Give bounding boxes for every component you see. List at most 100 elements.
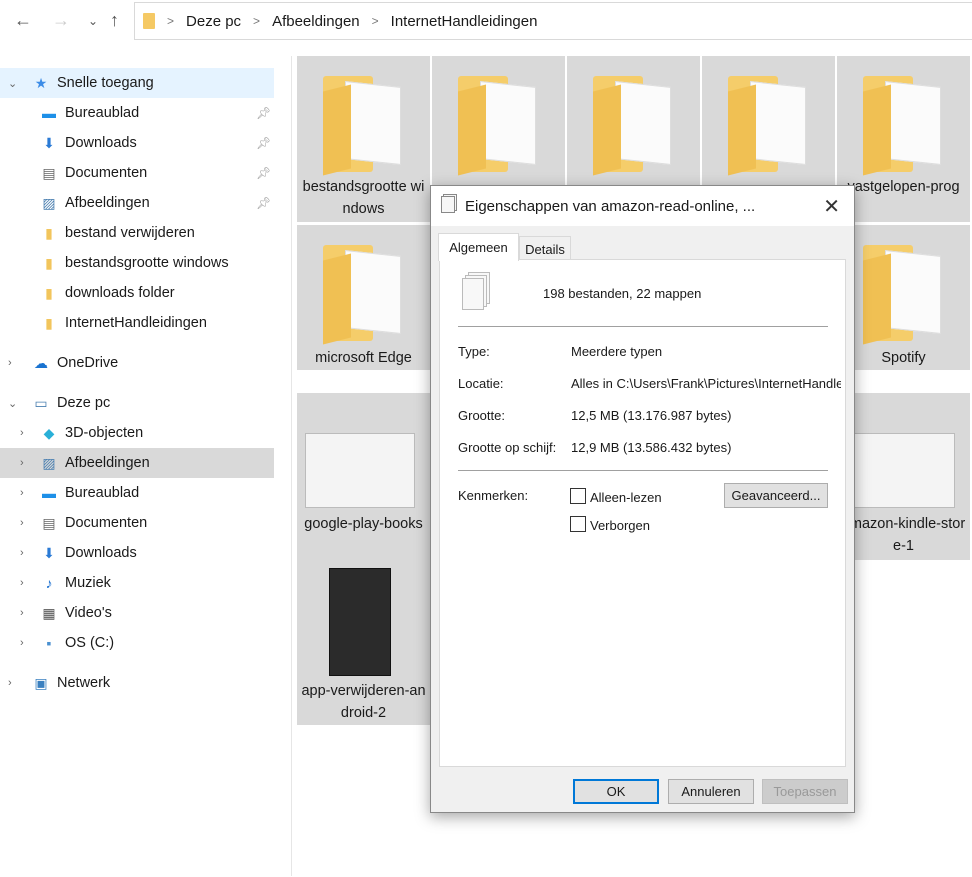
forward-icon[interactable]: → <box>52 10 70 31</box>
chevron-right-icon[interactable]: › <box>20 607 24 619</box>
readonly-checkbox[interactable] <box>570 488 586 504</box>
folder-item[interactable]: Spotify <box>837 225 970 370</box>
sidebar-item-label: Documenten <box>65 165 148 181</box>
cancel-button[interactable]: Annuleren <box>668 779 754 804</box>
folder-item[interactable]: vastgelopen-prog <box>837 56 970 222</box>
chevron-right-icon[interactable]: › <box>20 427 24 439</box>
sidebar-item[interactable]: ▤ Documenten 📌︎ <box>0 158 274 188</box>
sidebar-item[interactable]: › ▦ Video's <box>0 598 274 628</box>
item-name: google-play-books <box>304 516 423 532</box>
folder-item[interactable]: bestandsgrootte windows <box>297 56 430 222</box>
type-value: Meerdere typen <box>571 344 663 359</box>
ok-button[interactable]: OK <box>573 779 659 804</box>
desktop-icon: ▬ <box>42 105 56 121</box>
chevron-right-icon[interactable]: › <box>20 577 24 589</box>
item-name: microsoft Edge <box>315 350 412 366</box>
chevron-down-icon[interactable]: ⌄ <box>8 77 17 90</box>
image-item[interactable]: app-verwijderen-android-2 <box>297 560 430 725</box>
sidebar-item[interactable]: › ▤ Documenten <box>0 508 274 538</box>
chevron-down-icon[interactable]: ⌄ <box>8 397 17 410</box>
sidebar-item-label: bestandsgrootte windows <box>65 255 229 271</box>
sidebar-item-label: Documenten <box>65 515 148 531</box>
breadcrumb-item[interactable]: Deze pc <box>186 13 241 30</box>
general-tab-panel: 198 bestanden, 22 mappen Type: Meerdere … <box>439 259 846 767</box>
folder-item[interactable]: microsoft Edge <box>297 225 430 370</box>
sidebar-item[interactable]: ⬇ Downloads 📌︎ <box>0 128 274 158</box>
sidebar-item[interactable]: ⌄ ★ Snelle toegang <box>0 68 274 98</box>
sidebar-item[interactable]: › ⬇ Downloads <box>0 538 274 568</box>
chevron-right-icon: > <box>253 14 261 28</box>
hidden-checkbox[interactable] <box>570 516 586 532</box>
dialog-title-bar: Eigenschappen van amazon-read-online, ..… <box>431 186 854 226</box>
back-icon[interactable]: ← <box>14 10 32 31</box>
download-icon: ⬇ <box>43 134 55 151</box>
address-bar[interactable]: > Deze pc > Afbeeldingen > InternetHandl… <box>134 2 972 40</box>
music-icon: ♪ <box>45 575 53 591</box>
sidebar-item[interactable]: ▮ downloads folder <box>0 278 274 308</box>
desktop-icon: ▬ <box>42 485 56 501</box>
sidebar-item-label: Video's <box>65 605 112 621</box>
image-item[interactable]: amazon-kindle-store-1 <box>837 393 970 560</box>
item-name: Spotify <box>881 350 926 366</box>
image-thumbnail <box>329 568 391 676</box>
folder-thumbnail-icon <box>323 72 403 176</box>
breadcrumb-item[interactable]: Afbeeldingen <box>272 13 360 30</box>
chevron-right-icon[interactable]: › <box>20 637 24 649</box>
document-icon: ▤ <box>42 164 56 181</box>
selection-summary: 198 bestanden, 22 mappen <box>543 286 702 301</box>
tab-algemeen[interactable]: Algemeen <box>438 233 519 261</box>
sidebar-item[interactable]: ▬ Bureaublad 📌︎ <box>0 98 274 128</box>
item-name: bestandsgrootte windows <box>302 179 425 217</box>
hidden-label: Verborgen <box>590 518 650 533</box>
sidebar-item[interactable]: › ◆ 3D-objecten <box>0 418 274 448</box>
document-icon: ▤ <box>42 514 56 531</box>
sidebar-item[interactable]: › ▪ OS (C:) <box>0 628 274 658</box>
chevron-right-icon[interactable]: › <box>20 487 24 499</box>
folder-thumbnail-icon <box>593 72 673 176</box>
sidebar-item[interactable]: ▨ Afbeeldingen 📌︎ <box>0 188 274 218</box>
chevron-right-icon[interactable]: › <box>20 547 24 559</box>
image-item[interactable]: google-play-books <box>297 393 430 560</box>
sidebar-item-label: Afbeeldingen <box>65 195 150 211</box>
pin-icon[interactable]: 📌︎ <box>256 196 271 210</box>
up-icon[interactable]: ↑ <box>110 10 119 31</box>
sidebar-item[interactable]: › ▬ Bureaublad <box>0 478 274 508</box>
sidebar-item[interactable]: ▮ InternetHandleidingen <box>0 308 274 338</box>
sidebar-item-label: bestand verwijderen <box>65 225 195 241</box>
sidebar-item[interactable]: › ▣ Netwerk <box>0 668 274 698</box>
sidebar-item[interactable]: ▮ bestand verwijderen <box>0 218 274 248</box>
chevron-right-icon[interactable]: › <box>8 357 12 369</box>
folder-icon: ▮ <box>45 224 53 241</box>
location-label: Locatie: <box>458 376 504 391</box>
location-value: Alles in C:\Users\Frank\Pictures\Interne… <box>571 376 841 391</box>
download-icon: ⬇ <box>43 544 55 561</box>
size-on-disk-label: Grootte op schijf: <box>458 440 557 455</box>
recent-locations-chevron-icon[interactable]: ⌄ <box>88 14 98 28</box>
sidebar-item-label: downloads folder <box>65 285 175 301</box>
image-thumbnail <box>305 433 415 508</box>
picture-icon: ▨ <box>42 454 56 471</box>
breadcrumb-item[interactable]: InternetHandleidingen <box>391 13 538 30</box>
properties-dialog: Eigenschappen van amazon-read-online, ..… <box>430 185 855 813</box>
divider <box>458 326 828 327</box>
chevron-right-icon[interactable]: › <box>20 517 24 529</box>
sidebar-item[interactable]: ▮ bestandsgrootte windows <box>0 248 274 278</box>
pin-icon[interactable]: 📌︎ <box>256 136 271 150</box>
sidebar-item[interactable]: › ☁ OneDrive <box>0 348 274 378</box>
apply-button[interactable]: Toepassen <box>762 779 848 804</box>
sidebar-item[interactable]: ⌄ ▭ Deze pc <box>0 388 274 418</box>
network-icon: ▣ <box>34 674 48 691</box>
item-name: app-verwijderen-android-2 <box>301 683 426 721</box>
chevron-right-icon[interactable]: › <box>8 677 12 689</box>
item-name: vastgelopen-prog <box>847 179 960 195</box>
sidebar-item-label: Netwerk <box>57 675 111 691</box>
pin-icon[interactable]: 📌︎ <box>256 106 271 120</box>
advanced-button[interactable]: Geavanceerd... <box>724 483 828 508</box>
sidebar-item[interactable]: › ▨ Afbeeldingen <box>0 448 274 478</box>
chevron-right-icon[interactable]: › <box>20 457 24 469</box>
pin-icon[interactable]: 📌︎ <box>256 166 271 180</box>
sidebar-item[interactable]: › ♪ Muziek <box>0 568 274 598</box>
folder-icon <box>143 13 155 29</box>
size-label: Grootte: <box>458 408 505 423</box>
close-icon[interactable]: ✕ <box>823 194 840 219</box>
